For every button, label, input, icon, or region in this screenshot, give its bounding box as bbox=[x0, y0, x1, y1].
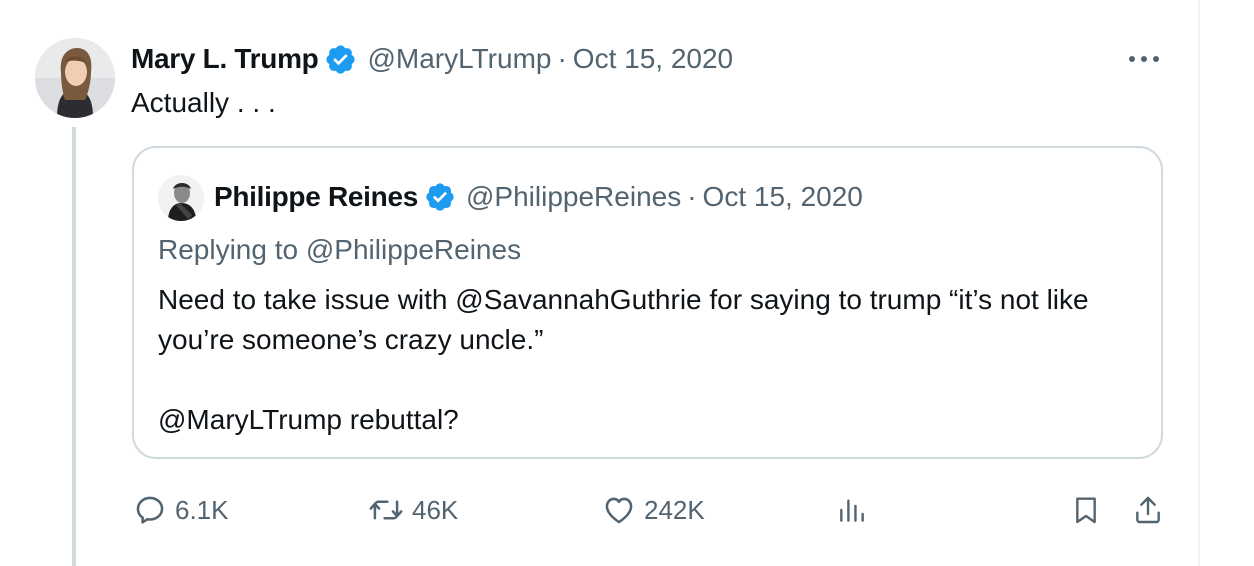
bookmark-icon bbox=[1070, 493, 1102, 527]
tweet-text: Actually . . . bbox=[131, 87, 276, 118]
author-name[interactable]: Mary L. Trump bbox=[131, 43, 319, 75]
reply-icon bbox=[133, 493, 167, 527]
views-button[interactable] bbox=[836, 490, 868, 530]
quoted-tweet-body: Need to take issue with @SavannahGuthrie… bbox=[158, 280, 1148, 440]
verified-badge-icon bbox=[324, 43, 357, 76]
timeline-border bbox=[1198, 0, 1200, 566]
reply-button[interactable]: 6.1K bbox=[133, 490, 229, 530]
separator-dot: · bbox=[687, 181, 697, 212]
views-icon bbox=[836, 494, 868, 526]
heart-icon bbox=[602, 493, 636, 527]
repost-button[interactable]: 46K bbox=[368, 490, 458, 530]
share-button[interactable] bbox=[1132, 490, 1164, 530]
author-handle[interactable]: @MaryLTrump bbox=[367, 43, 551, 75]
like-button[interactable]: 242K bbox=[602, 490, 705, 530]
verified-badge-icon bbox=[424, 181, 456, 213]
quoted-author-name: Philippe Reines bbox=[214, 181, 418, 212]
quoted-author-handle: @PhilippeReines bbox=[466, 181, 682, 212]
quoted-author-avatar bbox=[158, 175, 204, 221]
quoted-body-line: @MaryLTrump rebuttal? bbox=[158, 404, 459, 435]
repost-icon bbox=[368, 493, 404, 527]
bookmark-button[interactable] bbox=[1070, 490, 1102, 530]
tweet-date[interactable]: Oct 15, 2020 bbox=[573, 43, 733, 75]
like-count: 242K bbox=[644, 494, 705, 525]
separator-dot: · bbox=[557, 43, 567, 74]
thread-line bbox=[72, 127, 76, 566]
reply-count: 6.1K bbox=[175, 494, 229, 525]
quoted-body-line: Need to take issue with @SavannahGuthrie… bbox=[158, 284, 1089, 355]
quoted-tweet-card[interactable]: Philippe Reines @PhilippeReines · Oct 15… bbox=[132, 146, 1163, 459]
share-icon bbox=[1132, 493, 1164, 527]
quoted-tweet-header: Philippe Reines @PhilippeReines · Oct 15… bbox=[214, 177, 863, 217]
repost-count: 46K bbox=[412, 494, 459, 525]
author-avatar[interactable] bbox=[35, 38, 115, 118]
replying-to: Replying to @PhilippeReines bbox=[158, 234, 522, 265]
quoted-tweet-date: Oct 15, 2020 bbox=[702, 181, 863, 212]
more-icon[interactable] bbox=[1124, 42, 1164, 76]
tweet-header: Mary L. Trump @MaryLTrump · Oct 15, 2020 bbox=[131, 39, 733, 79]
